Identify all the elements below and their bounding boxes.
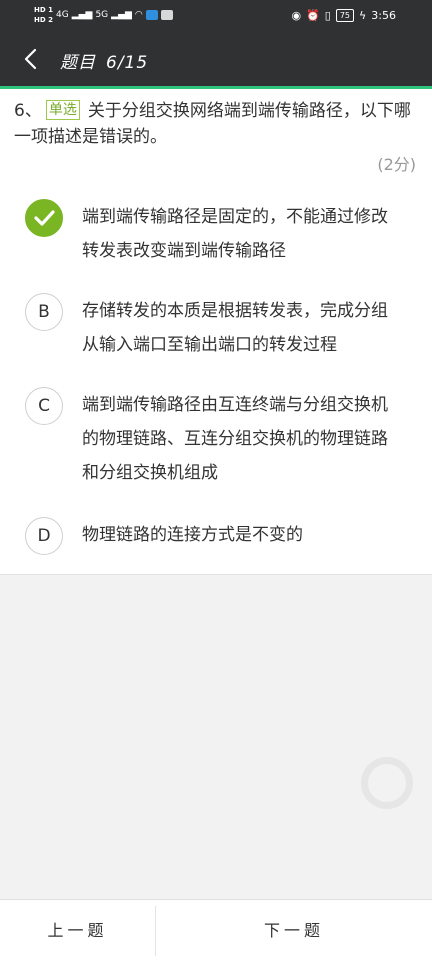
clock-time: 3:56 xyxy=(371,9,396,22)
signal-4g-label: 4G xyxy=(55,10,69,20)
option-c-letter[interactable]: C xyxy=(25,387,63,425)
app-header: 题目 6/15 xyxy=(0,32,432,86)
status-right: ◉ ⏰ ▯ 75 ϟ 3:56 xyxy=(291,9,396,22)
app-notification-icon xyxy=(145,10,158,20)
hd-indicator: HD 1 HD 2 xyxy=(34,5,53,25)
option-a-text: 端到端传输路径是固定的，不能通过修改转发表改变端到端传输路径 xyxy=(82,207,388,261)
status-left: HD 1 HD 2 4G ▂▄▆ 5G ▂▄▆ ◠ xyxy=(34,5,173,25)
option-b-text: 存储转发的本质是根据转发表，完成分组从输入端口至输出端口的转发过程 xyxy=(82,301,388,355)
back-arrow-icon[interactable] xyxy=(18,45,46,73)
wifi-icon: ◠ xyxy=(134,10,143,20)
option-b-letter[interactable]: B xyxy=(25,293,63,331)
charging-icon: ϟ xyxy=(359,9,367,22)
signal-bars-icon: ▂▄▆ xyxy=(111,10,132,20)
hd-bottom-label: HD 2 xyxy=(34,16,53,24)
option-c-text: 端到端传输路径由互连终端与分组交换机的物理链路、互连分组交换机的物理链路和分组交… xyxy=(82,395,388,483)
status-bar: HD 1 HD 2 4G ▂▄▆ 5G ▂▄▆ ◠ ◉ ⏰ ▯ 75 ϟ 3:5… xyxy=(0,0,432,32)
question-number: 6、 xyxy=(14,101,42,121)
footer-nav: 上一题 下一题 xyxy=(0,899,432,960)
option-d-text: 物理链路的连接方式是不变的 xyxy=(82,525,303,545)
question-card: 6、 单选 关于分组交换网络端到端传输路径，以下哪一项描述是错误的。 (2分) 端到… xyxy=(0,89,432,575)
battery-icon: 75 xyxy=(335,9,355,22)
question-progress: 6/15 xyxy=(106,53,149,73)
loading-spinner-icon xyxy=(361,757,413,809)
hd-top-label: HD 1 xyxy=(34,6,53,14)
option-d-letter[interactable]: D xyxy=(25,517,63,555)
signal-5g-label: 5G xyxy=(95,10,109,20)
prev-question-button[interactable]: 上一题 xyxy=(0,900,155,960)
page-title: 题目 6/15 xyxy=(60,48,148,73)
app-notification-icon xyxy=(160,10,173,20)
eye-icon: ◉ xyxy=(291,9,302,22)
vibrate-icon: ▯ xyxy=(324,9,331,22)
question-type-badge: 单选 xyxy=(45,100,80,120)
next-question-button[interactable]: 下一题 xyxy=(156,900,432,960)
signal-bars-icon: ▂▄▆ xyxy=(71,10,93,20)
title-label: 题目 xyxy=(60,53,96,73)
alarm-icon: ⏰ xyxy=(306,9,320,22)
checkmark-icon[interactable] xyxy=(25,199,63,237)
question-text-block: 6、 单选 关于分组交换网络端到端传输路径，以下哪一项描述是错误的。 xyxy=(14,98,418,150)
question-score: (2分) xyxy=(377,155,416,174)
